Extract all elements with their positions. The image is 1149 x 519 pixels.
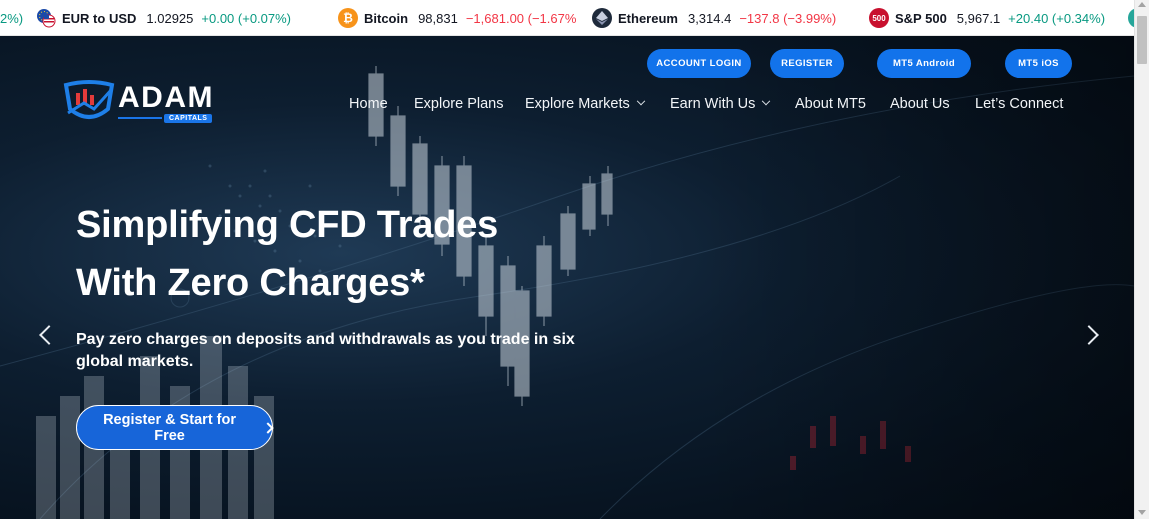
ticker-item-ethereum[interactable]: Ethereum 3,314.4 −137.8 (−3.99%) bbox=[592, 0, 837, 35]
ticker-item-partial[interactable]: 2%) bbox=[0, 0, 24, 35]
euro-dollar-icon bbox=[36, 8, 56, 28]
nav-label: About MT5 bbox=[795, 96, 866, 112]
logo-shield-icon bbox=[63, 80, 115, 119]
ticker-change: +0.00 (+0.07%) bbox=[201, 10, 292, 26]
nav-explore-plans[interactable]: Explore Plans bbox=[414, 94, 503, 114]
nav-label: Earn With Us bbox=[670, 96, 756, 112]
register-button[interactable]: REGISTER bbox=[770, 49, 844, 78]
nav-about-mt5[interactable]: About MT5 bbox=[795, 94, 866, 114]
chevron-down-icon bbox=[636, 96, 646, 106]
hero-banner: ACCOUNT LOGIN REGISTER MT5 Android MT5 i… bbox=[0, 36, 1134, 519]
mt5-ios-button[interactable]: MT5 iOS bbox=[1005, 49, 1072, 78]
ticker-symbol: Ethereum bbox=[618, 10, 678, 26]
ticker-change: +20.40 (+0.34%) bbox=[1008, 10, 1106, 26]
sp500-icon: 500 bbox=[869, 8, 889, 28]
hero-headline-line1: Simplifying CFD Trades bbox=[76, 204, 499, 246]
cta-label: Register & Start for Free bbox=[103, 411, 237, 444]
hero-subline: Pay zero charges on deposits and withdra… bbox=[76, 331, 575, 370]
nav-explore-markets[interactable]: Explore Markets bbox=[525, 94, 646, 114]
logo-underline bbox=[118, 117, 162, 119]
chevron-down-icon bbox=[762, 96, 771, 106]
mt5-android-button[interactable]: MT5 Android bbox=[877, 49, 971, 78]
ticker-change: −1,681.00 (−1.67% bbox=[465, 10, 577, 26]
logo-wordmark: ADAM bbox=[118, 81, 214, 114]
logo-subtitle: CAPITALS bbox=[164, 114, 213, 123]
ticker-symbol: Bitcoin bbox=[364, 10, 409, 26]
hero-headline-line2: With Zero Charges* bbox=[76, 262, 425, 304]
nav-lets-connect[interactable]: Let’s Connect bbox=[975, 94, 1063, 114]
scroll-thumb[interactable] bbox=[1137, 16, 1147, 64]
ticker-tape: 2%) EUR to USD 1.02925 +0.00 (+0.07%) ₿ … bbox=[0, 0, 1134, 36]
nav-label: Home bbox=[349, 96, 388, 112]
nav-label: Let’s Connect bbox=[975, 96, 1064, 112]
page-scrollbar[interactable] bbox=[1134, 0, 1149, 519]
ticker-price: 98,831 bbox=[418, 10, 458, 26]
ethereum-icon bbox=[592, 8, 612, 28]
scroll-down-arrow-icon[interactable] bbox=[1138, 510, 1146, 515]
ticker-price: 1.02925 bbox=[146, 10, 194, 26]
scroll-up-arrow-icon[interactable] bbox=[1138, 2, 1146, 7]
nav-earn-with-us[interactable]: Earn With Us bbox=[670, 94, 771, 114]
nav-label: Explore Markets bbox=[525, 96, 630, 112]
hero-headline: Simplifying CFD Trades With Zero Charges… bbox=[76, 196, 498, 312]
nav-home[interactable]: Home bbox=[349, 94, 388, 114]
ticker-item-sp500[interactable]: 500 S&P 500 5,967.1 +20.40 (+0.34%) bbox=[869, 0, 1106, 35]
nav-label: About Us bbox=[890, 96, 950, 112]
ticker-price: 5,967.1 bbox=[956, 10, 1001, 26]
nav-label: Explore Plans bbox=[414, 96, 504, 112]
ticker-change: 2%) bbox=[0, 10, 24, 26]
ticker-item-bitcoin[interactable]: ₿ Bitcoin 98,831 −1,681.00 (−1.67% bbox=[338, 0, 577, 35]
bitcoin-icon: ₿ bbox=[338, 8, 358, 28]
ticker-symbol: EUR to USD bbox=[62, 10, 137, 26]
ticker-price: 3,314.4 bbox=[687, 10, 732, 26]
ticker-change: −137.8 (−3.99%) bbox=[739, 10, 837, 26]
chevron-right-icon bbox=[262, 421, 274, 434]
adam-capitals-logo[interactable]: ADAM CAPITALS bbox=[62, 79, 222, 129]
account-login-button[interactable]: ACCOUNT LOGIN bbox=[647, 49, 751, 78]
ticker-symbol: S&P 500 bbox=[895, 10, 947, 26]
ticker-item-eurusd[interactable]: EUR to USD 1.02925 +0.00 (+0.07%) bbox=[36, 0, 292, 35]
nav-about-us[interactable]: About Us bbox=[890, 94, 950, 114]
register-start-free-button[interactable]: Register & Start for Free bbox=[76, 405, 274, 450]
